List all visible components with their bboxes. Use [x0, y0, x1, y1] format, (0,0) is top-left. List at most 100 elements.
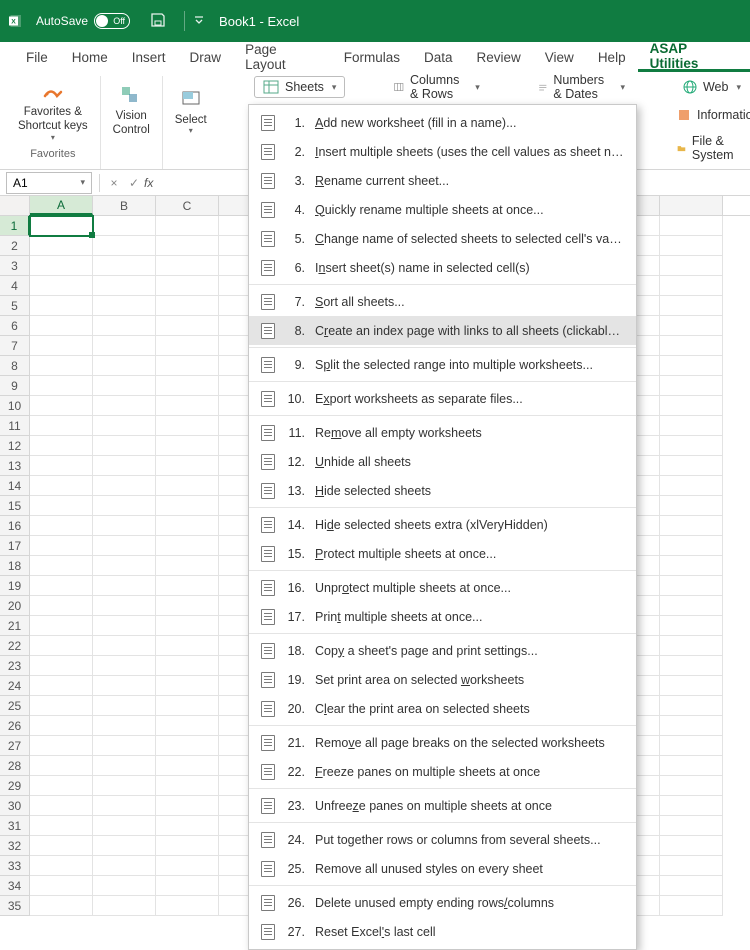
cell[interactable] [93, 796, 156, 816]
tab-page-layout[interactable]: Page Layout [233, 42, 332, 72]
row-header[interactable]: 13 [0, 456, 30, 476]
cell[interactable] [93, 696, 156, 716]
cell[interactable] [30, 876, 93, 896]
cell[interactable] [156, 836, 219, 856]
cell[interactable] [93, 396, 156, 416]
cell[interactable] [156, 256, 219, 276]
row-header[interactable]: 12 [0, 436, 30, 456]
favorites-button[interactable]: Favorites & Shortcut keys ▾ [12, 76, 94, 146]
menu-item[interactable]: 20.Clear the print area on selected shee… [249, 694, 636, 723]
row-header[interactable]: 5 [0, 296, 30, 316]
cell[interactable] [30, 476, 93, 496]
menu-item[interactable]: 18.Copy a sheet's page and print setting… [249, 636, 636, 665]
menu-item[interactable]: 25.Remove all unused styles on every she… [249, 854, 636, 883]
menu-item[interactable]: 7.Sort all sheets... [249, 287, 636, 316]
cell[interactable] [156, 456, 219, 476]
column-header[interactable]: B [93, 196, 156, 215]
cell[interactable] [156, 876, 219, 896]
row-header[interactable]: 1 [0, 216, 30, 236]
cell[interactable] [156, 496, 219, 516]
cell[interactable] [660, 396, 723, 416]
cell[interactable] [93, 716, 156, 736]
tab-formulas[interactable]: Formulas [332, 42, 412, 72]
column-header[interactable] [660, 196, 723, 215]
tab-draw[interactable]: Draw [178, 42, 234, 72]
cell[interactable] [93, 316, 156, 336]
cell[interactable] [156, 696, 219, 716]
cell[interactable] [660, 416, 723, 436]
cell[interactable] [30, 616, 93, 636]
cell[interactable] [156, 736, 219, 756]
row-header[interactable]: 17 [0, 536, 30, 556]
tab-data[interactable]: Data [412, 42, 465, 72]
cell[interactable] [156, 476, 219, 496]
cell[interactable] [93, 456, 156, 476]
menu-item[interactable]: 9.Split the selected range into multiple… [249, 350, 636, 379]
cell[interactable] [156, 776, 219, 796]
cell[interactable] [660, 496, 723, 516]
menu-item[interactable]: 22.Freeze panes on multiple sheets at on… [249, 757, 636, 786]
cell[interactable] [660, 556, 723, 576]
cell[interactable] [156, 336, 219, 356]
autosave-switch[interactable]: Off [94, 13, 130, 29]
cell[interactable] [93, 416, 156, 436]
cell[interactable] [93, 356, 156, 376]
cell[interactable] [660, 676, 723, 696]
columns-rows-dropdown-button[interactable]: Columns & Rows ▾ [385, 69, 488, 105]
row-header[interactable]: 22 [0, 636, 30, 656]
row-header[interactable]: 2 [0, 236, 30, 256]
cell[interactable] [156, 416, 219, 436]
cell[interactable] [30, 776, 93, 796]
column-header[interactable]: C [156, 196, 219, 215]
cell[interactable] [30, 536, 93, 556]
row-header[interactable]: 14 [0, 476, 30, 496]
cell[interactable] [30, 556, 93, 576]
tab-help[interactable]: Help [586, 42, 638, 72]
menu-item[interactable]: 15.Protect multiple sheets at once... [249, 539, 636, 568]
cell[interactable] [660, 436, 723, 456]
fx-icon[interactable]: fx [144, 176, 166, 190]
cell[interactable] [156, 536, 219, 556]
web-dropdown-button[interactable]: Web ▾ [674, 76, 750, 98]
cell[interactable] [93, 616, 156, 636]
row-header[interactable]: 33 [0, 856, 30, 876]
menu-item[interactable]: 17.Print multiple sheets at once... [249, 602, 636, 631]
cell[interactable] [30, 596, 93, 616]
formula-confirm-icon[interactable]: ✓ [124, 176, 144, 190]
cell[interactable] [660, 696, 723, 716]
cell[interactable] [660, 876, 723, 896]
cell[interactable] [30, 816, 93, 836]
tab-insert[interactable]: Insert [120, 42, 178, 72]
cell[interactable] [156, 376, 219, 396]
cell[interactable] [30, 636, 93, 656]
cell[interactable] [30, 236, 93, 256]
cell[interactable] [93, 776, 156, 796]
cell[interactable] [660, 276, 723, 296]
cell[interactable] [93, 596, 156, 616]
cell[interactable] [30, 436, 93, 456]
cell[interactable] [93, 216, 156, 236]
cell[interactable] [30, 516, 93, 536]
cell[interactable] [156, 356, 219, 376]
row-header[interactable]: 4 [0, 276, 30, 296]
cell[interactable] [156, 676, 219, 696]
cell[interactable] [660, 516, 723, 536]
cell[interactable] [30, 336, 93, 356]
row-header[interactable]: 3 [0, 256, 30, 276]
menu-item[interactable]: 8.Create an index page with links to all… [249, 316, 636, 345]
cell[interactable] [93, 756, 156, 776]
cell[interactable] [93, 896, 156, 916]
quick-access-dropdown-icon[interactable] [193, 14, 205, 29]
cell[interactable] [156, 296, 219, 316]
cell[interactable] [660, 836, 723, 856]
cell[interactable] [93, 236, 156, 256]
row-header[interactable]: 29 [0, 776, 30, 796]
row-header[interactable]: 30 [0, 796, 30, 816]
row-header[interactable]: 27 [0, 736, 30, 756]
cell[interactable] [660, 756, 723, 776]
cell[interactable] [93, 836, 156, 856]
row-header[interactable]: 23 [0, 656, 30, 676]
cell[interactable] [156, 616, 219, 636]
row-header[interactable]: 6 [0, 316, 30, 336]
menu-item[interactable]: 21.Remove all page breaks on the selecte… [249, 728, 636, 757]
